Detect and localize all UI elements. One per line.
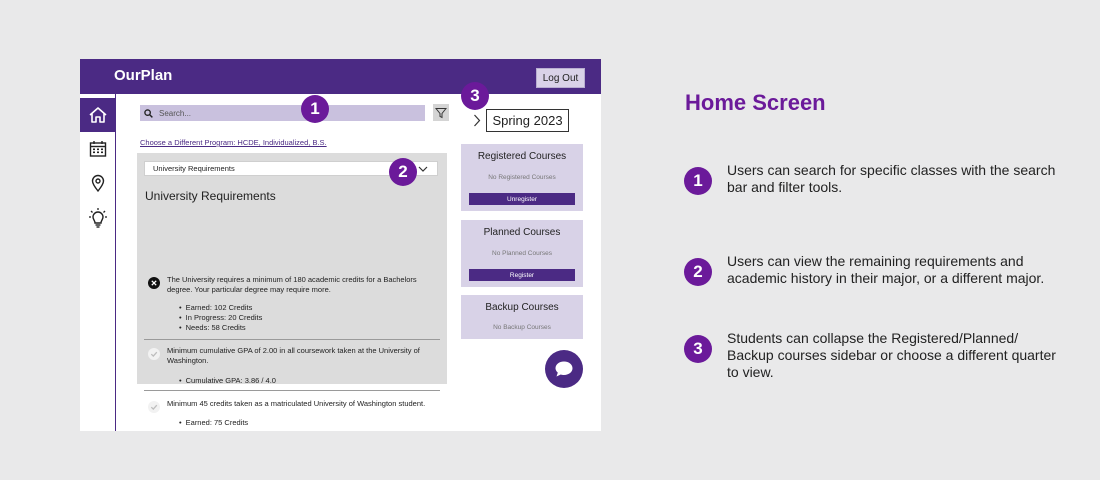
complete-check-icon — [148, 401, 160, 413]
logout-button[interactable]: Log Out — [536, 68, 585, 88]
card-empty-text: No Registered Courses — [488, 174, 556, 181]
requirements-title: University Requirements — [145, 189, 276, 203]
change-program-link[interactable]: Choose a Different Program: HCDE, Indivi… — [140, 138, 327, 147]
planned-courses-card: Planned Courses No Planned Courses Regis… — [461, 220, 583, 287]
divider — [144, 339, 440, 340]
chat-bubble-icon — [555, 361, 573, 377]
chat-button[interactable] — [545, 350, 583, 388]
annotation-marker-2: 2 — [389, 158, 417, 186]
nav-home-icon[interactable] — [80, 98, 115, 132]
complete-check-icon — [148, 348, 160, 360]
nav-location-icon[interactable] — [80, 166, 115, 200]
note-number: 1 — [684, 167, 712, 195]
card-title: Planned Courses — [483, 227, 561, 238]
card-empty-text: No Backup Courses — [493, 324, 551, 331]
search-input[interactable]: Search... — [159, 109, 191, 118]
requirement-details: Cumulative GPA: 3.86 / 4.0 — [179, 376, 276, 386]
filter-button[interactable] — [433, 104, 449, 121]
requirements-panel: University Requirements University Requi… — [137, 153, 447, 427]
requirement-detail: In Progress: 20 Credits — [179, 313, 263, 323]
app-mockup: OurPlan Log Out Search... Choose a Diffe… — [80, 59, 601, 431]
home-icon — [88, 107, 107, 123]
requirement-detail: Earned: 102 Credits — [179, 303, 262, 313]
requirement-detail: Earned: 75 Credits — [179, 418, 249, 428]
side-navigation — [80, 94, 116, 431]
quarter-selector[interactable]: Spring 2023 — [486, 109, 569, 132]
requirement-details: Earned: 102 Credits In Progress: 20 Cred… — [179, 303, 263, 333]
chevron-right-icon[interactable] — [473, 114, 481, 127]
requirement-text: Minimum cumulative GPA of 2.00 in all co… — [167, 346, 420, 365]
requirement-detail: Needs: 58 Credits — [179, 323, 262, 333]
filter-icon — [435, 107, 447, 118]
card-title: Backup Courses — [485, 302, 559, 313]
note-number: 3 — [684, 335, 712, 363]
requirement-text: Minimum 45 credits taken as a matriculat… — [167, 399, 426, 408]
note-text: Students can collapse the Registered/Pla… — [727, 330, 1056, 380]
unregister-button[interactable]: Unregister — [469, 193, 575, 205]
annotation-marker-1: 1 — [301, 95, 329, 123]
note-text: Users can view the remaining requirement… — [727, 253, 1045, 286]
search-icon — [144, 108, 153, 118]
app-logo: OurPlan — [114, 67, 173, 84]
requirement-detail: Cumulative GPA: 3.86 / 4.0 — [179, 376, 276, 386]
section-heading: Home Screen — [685, 90, 826, 115]
nav-ideas-icon[interactable] — [80, 202, 115, 236]
location-pin-icon — [91, 174, 104, 193]
lightbulb-icon — [88, 208, 107, 228]
nav-calendar-icon[interactable] — [80, 132, 115, 166]
requirements-dropdown-value: University Requirements — [153, 164, 235, 173]
requirement-details: Earned: 75 Credits — [179, 418, 249, 428]
note-number: 2 — [684, 258, 712, 286]
card-empty-text: No Planned Courses — [492, 250, 552, 257]
note-text: Users can search for specific classes wi… — [727, 162, 1056, 195]
divider — [144, 390, 440, 391]
calendar-icon — [89, 141, 106, 157]
top-bar: OurPlan Log Out — [80, 59, 601, 94]
registered-courses-card: Registered Courses No Registered Courses… — [461, 144, 583, 211]
incomplete-x-icon — [148, 277, 160, 289]
card-title: Registered Courses — [477, 151, 567, 162]
register-button[interactable]: Register — [469, 269, 575, 281]
annotation-marker-3: 3 — [461, 82, 489, 110]
chevron-down-icon — [418, 166, 428, 172]
requirement-text: The University requires a minimum of 180… — [167, 275, 417, 294]
search-bar[interactable]: Search... — [140, 105, 425, 121]
backup-courses-card: Backup Courses No Backup Courses — [461, 295, 583, 339]
